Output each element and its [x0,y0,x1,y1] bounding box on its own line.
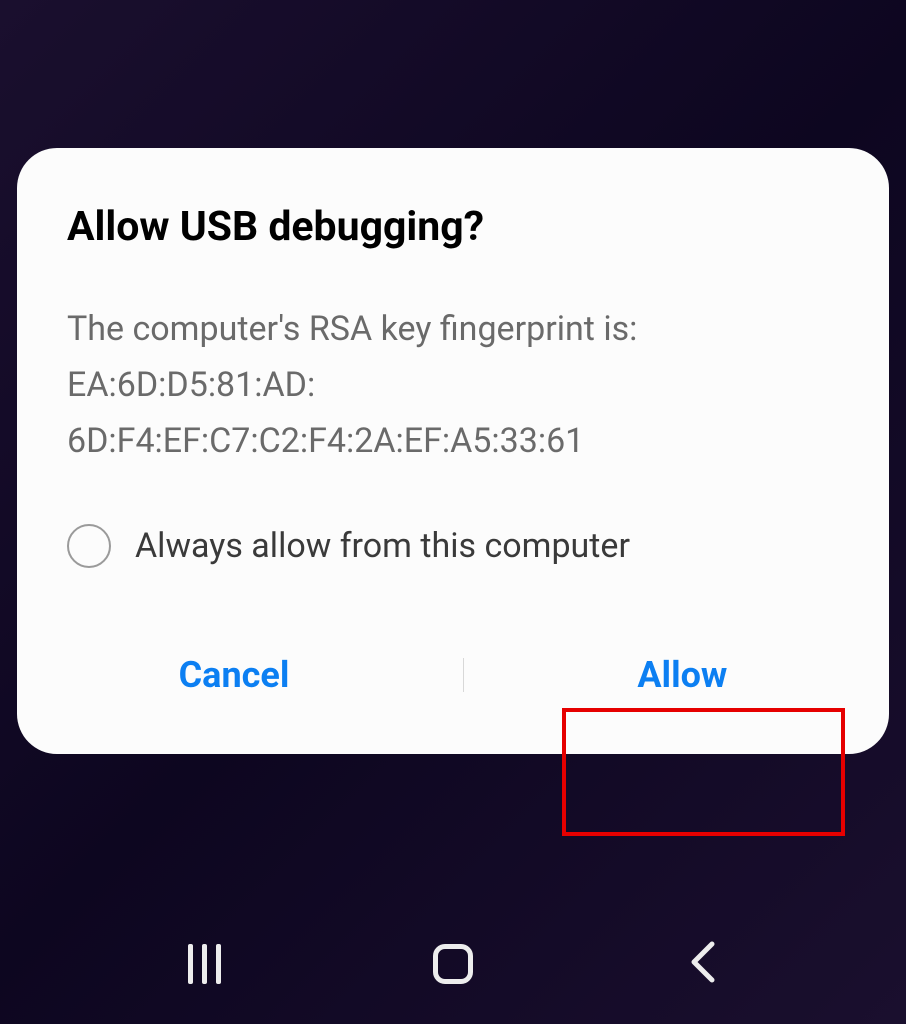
recents-icon [188,944,221,984]
home-icon [433,944,473,984]
home-button[interactable] [413,939,493,989]
cancel-button[interactable]: Cancel [129,636,340,714]
dialog-button-row: Cancel Allow [67,636,839,714]
dialog-title: Allow USB debugging? [67,203,839,251]
back-button[interactable] [662,939,742,989]
allow-button[interactable]: Allow [587,636,777,714]
recents-button[interactable] [164,939,244,989]
usb-debugging-dialog: Allow USB debugging? The computer's RSA … [17,148,889,754]
back-icon [688,940,716,988]
radio-unchecked-icon [67,524,111,568]
dialog-message: The computer's RSA key fingerprint is: E… [67,301,839,469]
checkbox-label: Always allow from this computer [135,526,630,566]
button-divider [463,658,465,692]
always-allow-checkbox[interactable]: Always allow from this computer [67,524,839,568]
navigation-bar [0,939,906,989]
